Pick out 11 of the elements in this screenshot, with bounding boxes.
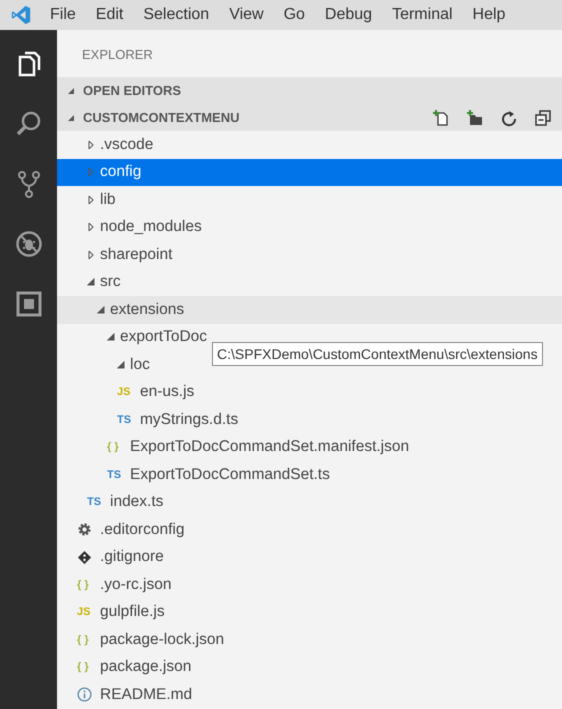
file-type-icon: { } — [77, 634, 97, 646]
file-type-icon: JS — [117, 386, 137, 398]
explorer-title: EXPLORER — [81, 46, 154, 64]
path-tooltip: C:\SPFXDemo\CustomContextMenu\src\extensions — [212, 342, 543, 366]
file-type-icon: { } — [77, 578, 97, 591]
file-type-icon: JS — [77, 606, 97, 618]
file-type-icon: { } — [107, 441, 127, 454]
file-type-icon: TS — [117, 414, 137, 426]
file-type-icon: TS — [87, 496, 107, 508]
file-type-icon: TS — [107, 468, 127, 481]
file-type-icon: { } — [77, 661, 97, 674]
